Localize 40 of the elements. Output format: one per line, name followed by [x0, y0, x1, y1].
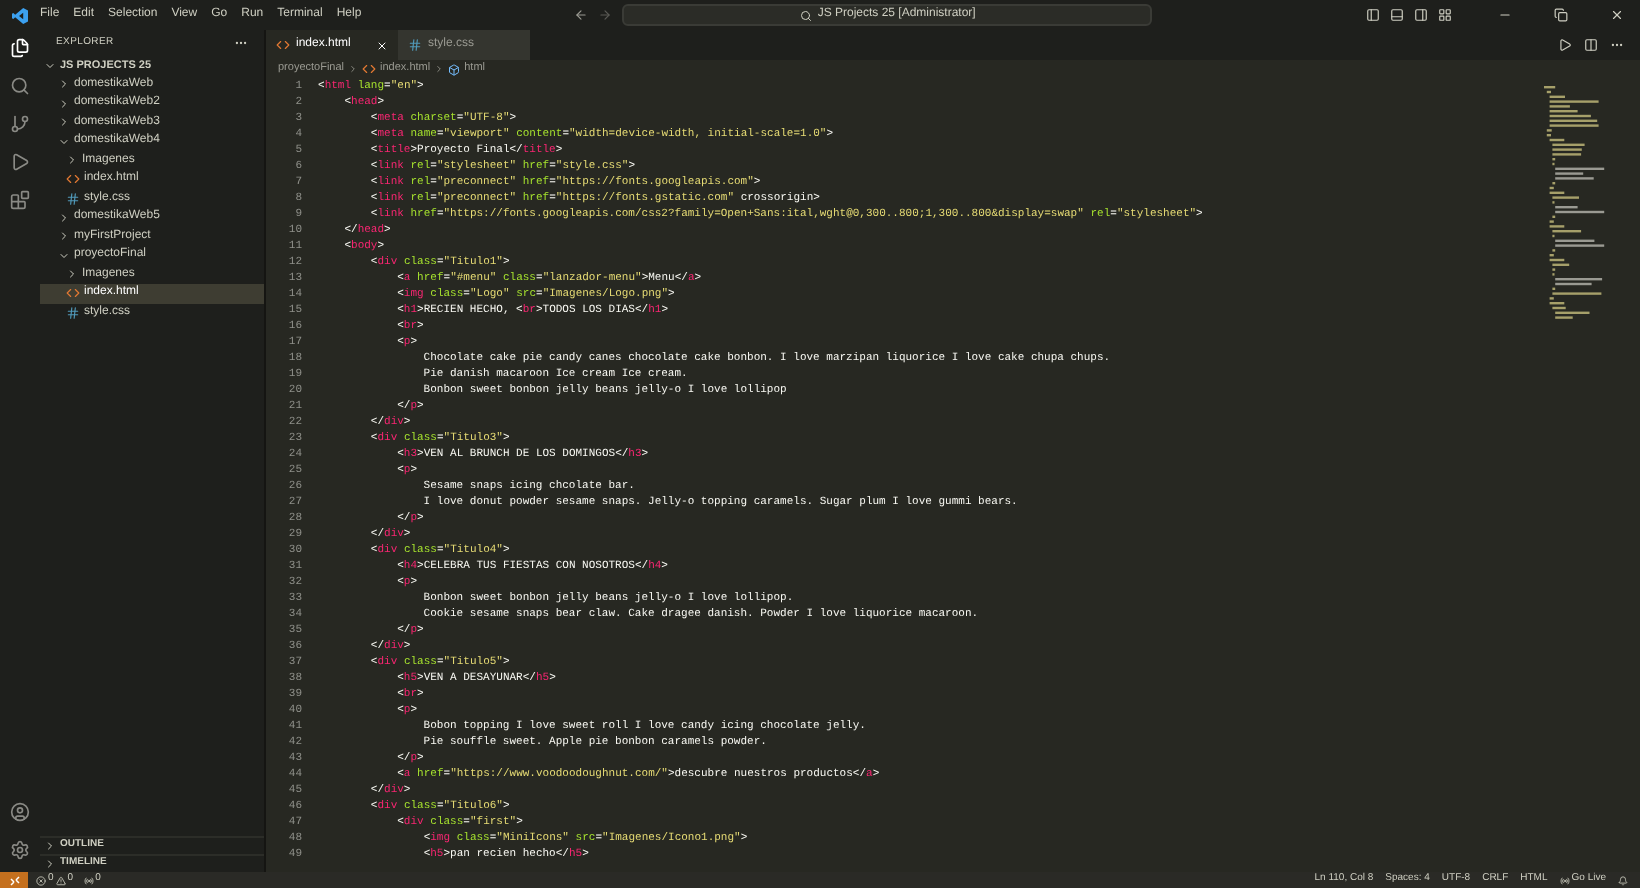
more-icon[interactable] — [234, 36, 248, 50]
panel-bottom-icon[interactable] — [1390, 8, 1404, 22]
branch-icon[interactable] — [10, 114, 30, 134]
account-icon[interactable] — [10, 802, 30, 822]
run-icon[interactable] — [1558, 38, 1572, 52]
broadcast-icon — [1559, 875, 1570, 885]
extensions-icon[interactable] — [10, 190, 30, 210]
more-icon[interactable] — [1610, 38, 1624, 52]
error-icon — [36, 875, 46, 885]
search-icon — [799, 9, 812, 21]
css-file-icon — [408, 38, 422, 52]
minimize-icon[interactable] — [1498, 8, 1512, 22]
split-editor-icon[interactable] — [1584, 38, 1598, 52]
panel-left-icon[interactable] — [1366, 8, 1380, 22]
restore-icon[interactable] — [1554, 8, 1568, 22]
css-file-icon — [66, 191, 80, 206]
element-icon — [448, 63, 461, 75]
bell-icon[interactable] — [1618, 875, 1628, 885]
broadcast-icon — [83, 875, 94, 885]
remote-button[interactable] — [0, 872, 28, 888]
settings-icon[interactable] — [10, 840, 30, 860]
chevron-right-icon — [434, 64, 445, 74]
app-logo-icon — [12, 7, 28, 23]
css-file-icon — [66, 305, 80, 320]
close-icon[interactable] — [1610, 8, 1624, 22]
remote-icon — [9, 875, 19, 885]
warning-icon — [55, 875, 66, 885]
html-file-icon — [66, 286, 80, 301]
html-file-icon — [362, 62, 377, 76]
html-file-icon — [276, 38, 290, 52]
chevron-right-icon — [348, 64, 359, 74]
back-arrow-icon[interactable] — [574, 8, 589, 22]
explorer-icon[interactable] — [10, 38, 30, 58]
close-tab-icon[interactable] — [376, 39, 388, 51]
panel-right-icon[interactable] — [1414, 8, 1428, 22]
html-file-icon — [66, 172, 80, 187]
run-debug-icon[interactable] — [10, 152, 30, 172]
search-icon[interactable] — [10, 76, 30, 96]
chevron-down-icon — [44, 59, 56, 72]
layout-icon[interactable] — [1438, 8, 1452, 22]
